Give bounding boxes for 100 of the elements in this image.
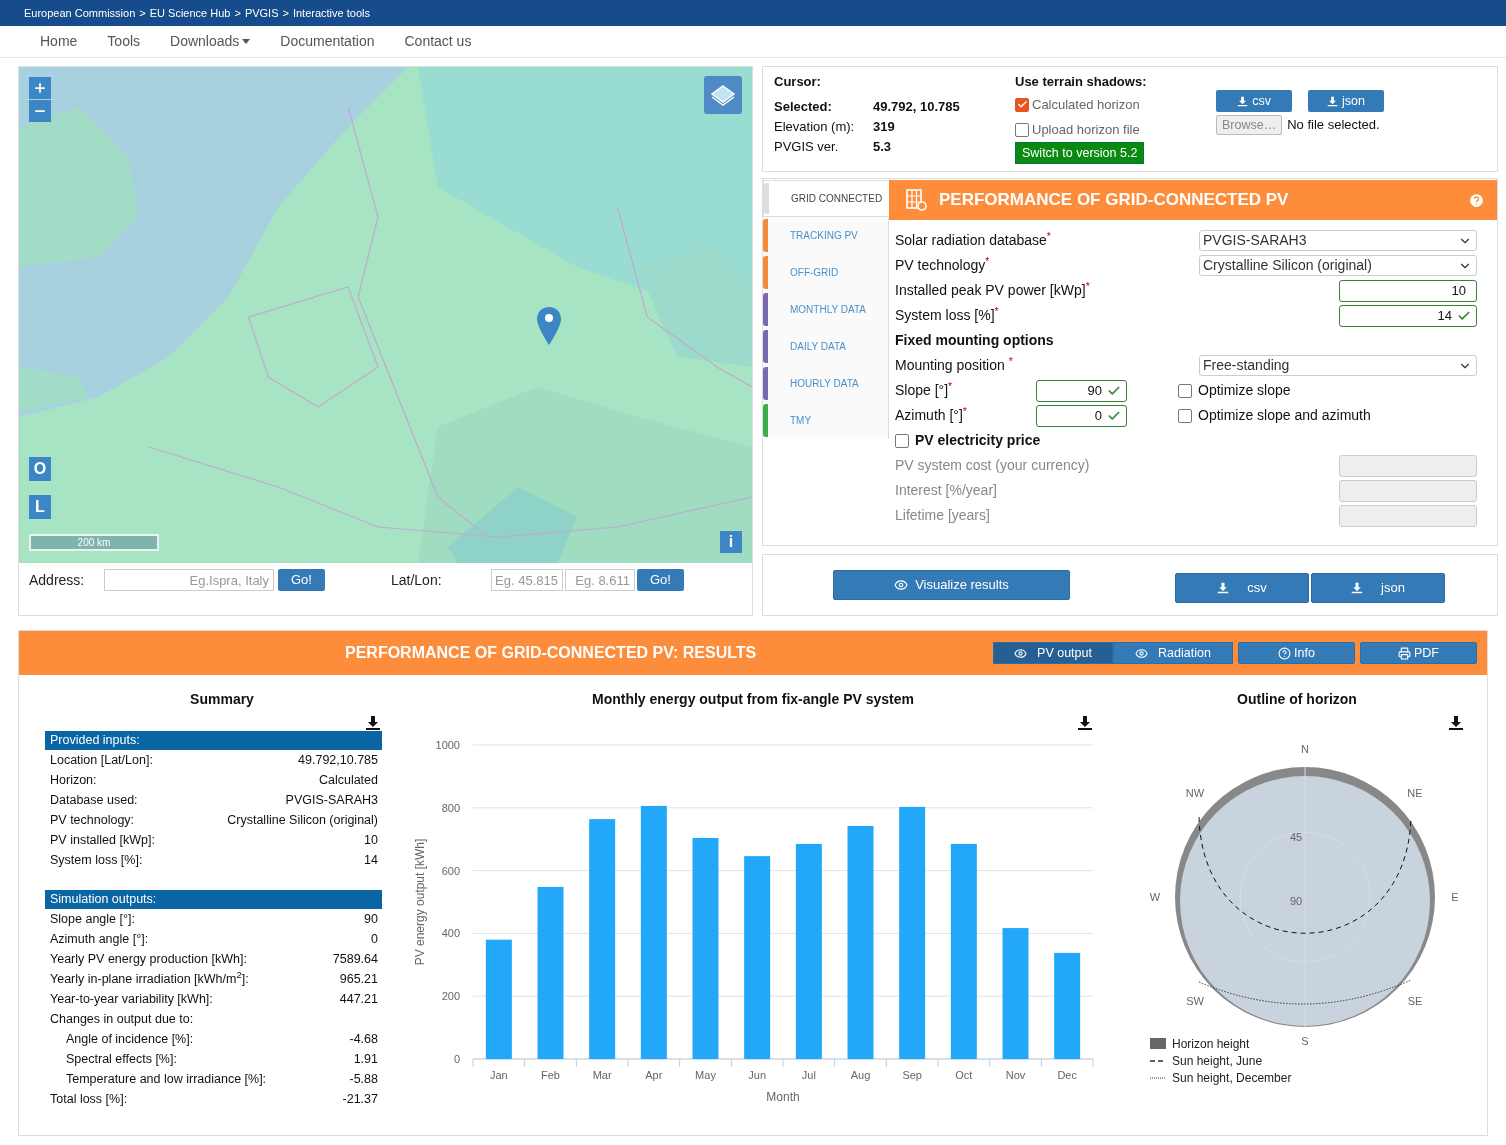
select-field[interactable]: Crystalline Silicon (original): [1199, 255, 1477, 276]
summary-value: 447.21: [339, 990, 378, 1008]
field-label: Interest [%/year]: [895, 482, 997, 498]
zoom-out-button[interactable]: [29, 100, 51, 122]
breadcrumb-link[interactable]: EU Science Hub: [149, 4, 231, 22]
breadcrumb-link[interactable]: Interactive tools: [292, 4, 370, 22]
view-tab[interactable]: Radiation: [1113, 642, 1233, 664]
compass-label: NE: [1407, 787, 1423, 799]
download-icon[interactable]: [365, 715, 381, 731]
download-button[interactable]: csv: [1175, 573, 1309, 603]
view-tab[interactable]: PV output: [993, 642, 1113, 664]
nav-link[interactable]: Home: [40, 31, 78, 52]
checkbox[interactable]: [1178, 408, 1192, 423]
info-button[interactable]: Info: [1238, 642, 1355, 664]
nav-link[interactable]: Tools: [107, 31, 141, 52]
zoom-in-button[interactable]: [29, 77, 51, 99]
x-axis-title: Month: [766, 1090, 800, 1104]
help-icon[interactable]: [1468, 191, 1485, 209]
number-field[interactable]: 90: [1036, 379, 1127, 402]
field-label: PV technology$^{*}$: [895, 257, 990, 273]
nav-link[interactable]: Downloads: [170, 31, 251, 52]
calculator-tab[interactable]: HOURLY DATA: [763, 365, 888, 402]
calculator-tab[interactable]: MONTHLY DATA: [763, 291, 888, 328]
dotted-line-icon: [1150, 1076, 1166, 1079]
longitude-field[interactable]: Eg. 8.611: [564, 569, 635, 591]
number-field[interactable]: 14: [1339, 304, 1477, 327]
checkbox[interactable]: [1015, 97, 1029, 112]
info-button[interactable]: i: [720, 531, 742, 553]
y-tick-label: 400: [441, 927, 460, 940]
summary-label: Yearly in-plane irradiation [kWh/m$^{2}$]:: [50, 969, 249, 988]
breadcrumb-separator: >: [282, 5, 289, 21]
nav-link[interactable]: Contact us: [404, 31, 472, 52]
select-field[interactable]: Free-standing: [1199, 355, 1477, 376]
latitude-field[interactable]: Eg. 45.815: [490, 569, 563, 591]
switch-version-button[interactable]: Switch to version 5.2: [1015, 142, 1145, 164]
browse-button[interactable]: Browse…: [1216, 115, 1283, 135]
summary-value: PVGIS-SARAH3: [285, 791, 378, 809]
summary-label: Azimuth angle [°]:: [50, 930, 149, 948]
checkbox[interactable]: [1015, 122, 1029, 137]
plus-icon: [33, 81, 47, 95]
location-pin-icon: [537, 307, 561, 345]
number-field[interactable]: 0: [1036, 404, 1127, 427]
go-button[interactable]: Go!: [278, 569, 325, 591]
checkbox[interactable]: [895, 433, 909, 448]
cursor-label: Cursor:: [774, 73, 822, 92]
map-mode-button[interactable]: O: [29, 457, 51, 481]
visualize-button[interactable]: Visualize results: [833, 570, 1070, 600]
x-tick-label: Mar: [592, 1069, 612, 1081]
option-label: Upload horizon file: [1032, 120, 1140, 139]
breadcrumb-link[interactable]: PVGIS: [244, 4, 279, 22]
download-icon[interactable]: [1448, 715, 1464, 731]
map-mode-button[interactable]: L: [29, 495, 51, 519]
calculator-title: PERFORMANCE OF GRID-CONNECTED PV: [939, 189, 1289, 212]
calculator-tab[interactable]: OFF-GRID: [763, 254, 888, 291]
x-tick-label: Nov: [1005, 1069, 1026, 1081]
number-field[interactable]: 10: [1339, 279, 1477, 302]
download-icon[interactable]: [1077, 715, 1093, 731]
compass-label: W: [1149, 891, 1161, 903]
summary-value: 49.792,10.785: [298, 751, 378, 769]
summary-label: Database used:: [50, 791, 138, 809]
address-field[interactable]: Eg.Ispra, Italy: [104, 569, 274, 591]
nav-link[interactable]: Documentation: [280, 31, 375, 52]
y-tick-label: 200: [441, 990, 460, 1003]
section-header: Simulation outputs:: [45, 890, 382, 909]
pdf-button[interactable]: PDF: [1360, 642, 1477, 664]
summary-value: 0: [371, 930, 378, 948]
scale-bar: 200 km: [29, 534, 159, 551]
y-tick-label: 1000: [435, 739, 460, 751]
eye-icon: [1014, 646, 1028, 660]
breadcrumb-separator: >: [234, 5, 241, 21]
breadcrumb-link[interactable]: European Commission: [24, 4, 136, 22]
checkbox[interactable]: [1178, 383, 1192, 398]
download-button[interactable]: json: [1308, 90, 1384, 112]
calculator-tab[interactable]: TRACKING PV: [763, 217, 888, 254]
eye-icon: [1135, 646, 1149, 660]
compass-label: S: [1301, 1035, 1309, 1047]
summary-label: PV installed [kWp]:: [50, 831, 155, 849]
calculator-tab[interactable]: DAILY DATA: [763, 328, 888, 365]
calculator-tab[interactable]: GRID CONNECTED: [763, 180, 889, 217]
option-label: Calculated horizon: [1032, 95, 1140, 114]
compass-label: SW: [1186, 995, 1204, 1007]
summary-value: 1.91: [353, 1050, 378, 1068]
info-label: Elevation (m):: [774, 118, 856, 137]
layers-button[interactable]: [704, 76, 742, 114]
summary-value: -5.88: [349, 1070, 378, 1088]
download-button[interactable]: json: [1311, 573, 1445, 603]
option-label: Optimize slope and azimuth: [1198, 406, 1371, 425]
calculator-tab[interactable]: TMY: [763, 402, 888, 439]
compass-label: N: [1301, 743, 1309, 755]
field-label: Mounting position $^{*}$: [895, 357, 1013, 373]
download-button[interactable]: csv: [1216, 90, 1292, 112]
go-button[interactable]: Go!: [636, 569, 684, 591]
caret-icon: [242, 39, 251, 44]
select-field[interactable]: PVGIS-SARAH3: [1199, 230, 1477, 251]
summary-label: Spectral effects [%]:: [65, 1050, 177, 1068]
x-tick-label: Dec: [1057, 1069, 1077, 1081]
latlon-label: Lat/Lon:: [390, 570, 443, 590]
summary-value: 965.21: [339, 970, 378, 988]
layers-icon: [710, 84, 736, 106]
summary-label: Changes in output due to:: [50, 1010, 194, 1028]
